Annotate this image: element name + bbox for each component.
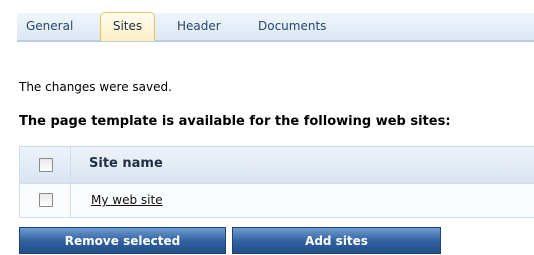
column-divider xyxy=(70,184,71,217)
status-message: The changes were saved. xyxy=(19,80,172,94)
tab-header[interactable]: Header xyxy=(177,13,221,40)
grid-header: Site name xyxy=(20,147,534,184)
row-checkbox[interactable] xyxy=(39,193,53,207)
sites-grid: Site name My web site xyxy=(19,146,534,218)
table-row: My web site xyxy=(20,184,534,218)
tab-general[interactable]: General xyxy=(26,13,73,40)
add-sites-button[interactable]: Add sites xyxy=(232,227,441,254)
section-heading: The page template is available for the f… xyxy=(19,114,451,129)
select-all-checkbox[interactable] xyxy=(39,158,53,172)
tab-bar: General Sites Header Documents xyxy=(17,12,534,42)
tab-documents[interactable]: Documents xyxy=(258,13,326,40)
tab-sites[interactable]: Sites xyxy=(100,12,155,41)
column-divider xyxy=(70,147,71,183)
site-link[interactable]: My web site xyxy=(91,193,163,207)
column-header-site-name: Site name xyxy=(89,156,163,171)
remove-selected-button[interactable]: Remove selected xyxy=(19,227,226,254)
